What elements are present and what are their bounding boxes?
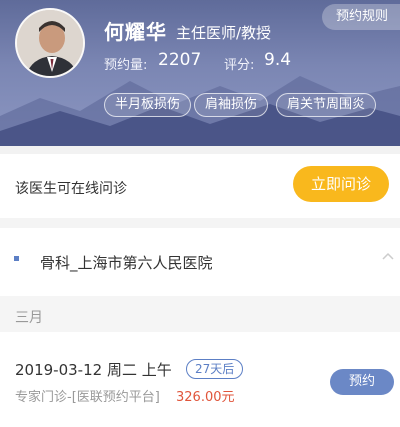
rating-value: 9.4 — [264, 50, 292, 70]
department-bullet-icon — [14, 256, 19, 261]
specialty-tag[interactable]: 半月板损伤 — [104, 93, 192, 117]
section-gap — [0, 146, 400, 154]
department-row[interactable]: 骨科_上海市第六人民医院 — [0, 240, 400, 280]
month-label: 三月 — [15, 310, 43, 326]
doctor-name: 何耀华 — [104, 20, 167, 44]
doctor-avatar — [15, 8, 85, 78]
days-until-badge: 27天后 — [186, 359, 244, 379]
doctor-title: 主任医师/教授 — [176, 24, 272, 42]
appointments-label: 预约量: — [104, 58, 148, 73]
chevron-up-icon[interactable] — [382, 251, 394, 263]
specialty-tag[interactable]: 肩袖损伤 — [194, 93, 269, 117]
appointments-value: 2207 — [158, 50, 202, 70]
department-label: 骨科_上海市第六人民医院 — [40, 254, 213, 272]
clinic-type: 专家门诊-[医联预约平台] — [15, 390, 160, 405]
consult-now-button[interactable]: 立即问诊 — [293, 166, 389, 202]
book-button[interactable]: 预约 — [330, 369, 394, 395]
rating-label: 评分: — [224, 58, 255, 73]
month-header: 三月 — [0, 296, 400, 332]
specialty-tag[interactable]: 肩关节周围炎 — [276, 93, 377, 117]
slot-date: 2019-03-12 周二 上午 — [15, 361, 172, 379]
online-consult-text: 该医生可在线问诊 — [15, 181, 127, 197]
online-consult-row: 该医生可在线问诊 立即问诊 — [0, 154, 400, 218]
section-divider — [0, 218, 400, 228]
booking-rules-button[interactable]: 预约规则 — [322, 4, 400, 30]
slot-price: 326.00元 — [176, 390, 235, 405]
doctor-header: 何耀华 主任医师/教授 预约量: 2207 评分: 9.4 预约规则 半月板损伤… — [0, 0, 400, 146]
